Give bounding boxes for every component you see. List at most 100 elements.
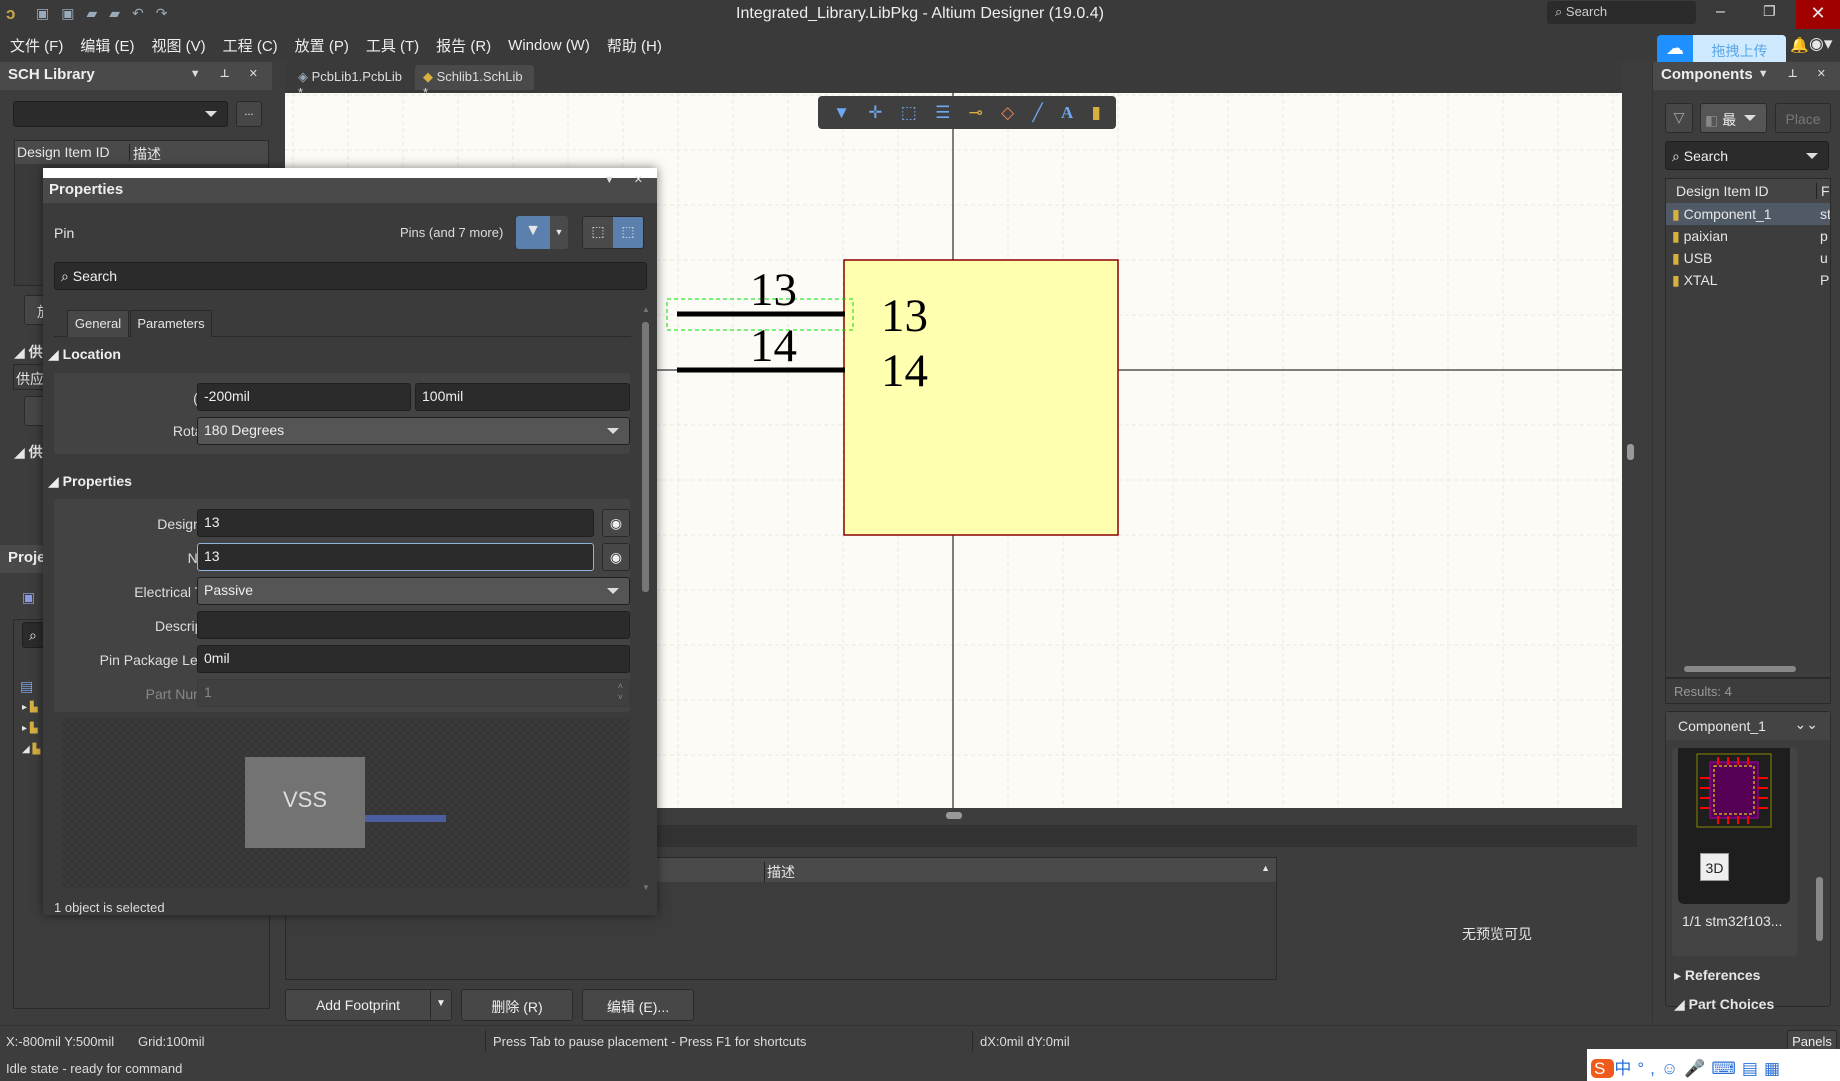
scroll-thumb[interactable] — [642, 322, 649, 592]
name-input[interactable]: 13 — [197, 543, 594, 571]
place-shape-icon[interactable]: ◇ — [1001, 103, 1014, 123]
scroll-thumb[interactable] — [1627, 444, 1634, 460]
chevron-down-icon[interactable]: ▼ — [550, 216, 568, 249]
close-button[interactable]: ✕ — [1796, 0, 1840, 29]
edit-button[interactable]: 编辑 (E)... — [582, 989, 694, 1021]
pin-13-name[interactable]: 13 — [881, 289, 928, 343]
minimize-button[interactable]: – — [1716, 3, 1725, 21]
filter-icon: ▼ — [516, 216, 550, 249]
scroll-thumb[interactable] — [946, 812, 962, 819]
list-item[interactable]: ▮ USB u — [1666, 247, 1830, 269]
list-item[interactable]: ▮ Component_1 st — [1666, 203, 1830, 225]
sogou-logo-icon: S — [1591, 1059, 1615, 1078]
menu-tools[interactable]: 工具 (T) — [366, 35, 419, 56]
bell-icon[interactable]: 🔔 — [1790, 36, 1809, 54]
scroll-up-icon[interactable]: ▲ — [642, 305, 650, 314]
collapse-icon[interactable]: ⌄⌄ — [1795, 716, 1818, 733]
tree-expander[interactable]: ▸ ▙ — [22, 702, 38, 713]
select-inside-icon[interactable]: ⬚ — [583, 217, 613, 248]
tree-expander[interactable]: ◢ ▙ — [22, 744, 40, 755]
pin-14-name[interactable]: 14 — [881, 344, 928, 398]
column-design-item-id[interactable]: Design Item ID — [1676, 183, 1769, 199]
properties-section-header[interactable]: ◢ Properties — [48, 473, 132, 490]
place-line-icon[interactable]: ╱ — [1032, 103, 1042, 123]
menu-reports[interactable]: 报告 (R) — [436, 35, 491, 56]
menu-project[interactable]: 工程 (C) — [223, 35, 278, 56]
upload-button[interactable]: ☁ 拖拽上传 — [1657, 35, 1786, 65]
column-f[interactable]: F — [1816, 183, 1830, 199]
menu-edit[interactable]: 编辑 (E) — [80, 35, 134, 56]
component-icon[interactable]: ▮ — [1092, 103, 1101, 123]
menu-window[interactable]: Window (W) — [508, 37, 590, 54]
menu-place[interactable]: 放置 (P) — [295, 35, 349, 56]
panel-title: Properties — [49, 181, 124, 198]
part-choices-section[interactable]: ◢ Part Choices — [1674, 996, 1774, 1013]
3d-button[interactable]: 3D — [1700, 853, 1729, 881]
library-dropdown[interactable]: ◧ 最 — [1700, 103, 1767, 133]
grid-size[interactable]: Grid:100mil — [138, 1034, 204, 1049]
panel-header-buttons[interactable]: ▼ ⊥ ✕ — [190, 67, 266, 80]
select-touching-icon[interactable]: ⬚ — [613, 217, 643, 248]
tab-schlib[interactable]: ◆ Schlib1.SchLib * — [415, 65, 534, 100]
menu-view[interactable]: 视图 (V) — [152, 35, 206, 56]
select-rect-icon[interactable]: ⬚ — [901, 103, 917, 123]
library-filter-dropdown[interactable] — [13, 101, 228, 127]
user-icon[interactable]: ◉▾ — [1809, 34, 1832, 54]
list-item[interactable]: ▮ XTAL P — [1666, 269, 1830, 291]
filter-icon[interactable]: ▼ — [833, 103, 850, 123]
restore-button[interactable]: ❐ — [1763, 3, 1776, 20]
designator-visibility-eye-icon[interactable]: ◉ — [602, 509, 630, 537]
selection-filter-button[interactable]: ▼ ▼ — [516, 216, 568, 249]
place-pin-icon[interactable]: ⊸ — [969, 103, 983, 123]
align-icon[interactable]: ☰ — [935, 103, 950, 123]
column-description[interactable]: 描述 — [764, 862, 795, 882]
details-header[interactable]: Component_1 ⌄⌄ — [1666, 712, 1830, 740]
search-placeholder: Search — [1565, 4, 1608, 19]
add-footprint-button[interactable]: Add Footprint ▼ — [285, 989, 452, 1021]
place-text-icon[interactable]: A — [1061, 103, 1073, 123]
component-id: XTAL — [1683, 272, 1718, 288]
ime-toolbar[interactable]: S 中°,☺🎤⌨▤▦ — [1587, 1049, 1840, 1081]
description-input[interactable] — [197, 611, 630, 639]
workspace-icon[interactable]: ▤ — [20, 678, 33, 695]
references-section[interactable]: ▸ References — [1674, 967, 1760, 984]
horizontal-scroll-thumb[interactable] — [1684, 666, 1796, 672]
panel-header-buttons[interactable]: ▼ ⊥ ✕ — [1758, 67, 1834, 80]
x-input[interactable]: -200mil — [197, 383, 411, 411]
global-search[interactable]: ⌕ Search — [1547, 1, 1696, 24]
tab-pcblib[interactable]: ◈ PcbLib1.PcbLib * — [290, 65, 413, 100]
save-icon[interactable]: ▣ — [22, 589, 35, 606]
sort-up-icon[interactable]: ▲ — [1261, 863, 1270, 873]
electrical-type-dropdown[interactable]: Passive — [197, 577, 630, 605]
pin-14-designator[interactable]: 14 — [750, 319, 797, 373]
designator-input[interactable]: 13 — [197, 509, 594, 537]
properties-search[interactable]: ⌕ Search — [54, 262, 647, 290]
name-visibility-eye-icon[interactable]: ◉ — [602, 543, 630, 571]
column-design-item-id[interactable]: Design Item ID — [17, 144, 129, 161]
menu-help[interactable]: 帮助 (H) — [607, 35, 662, 56]
location-section-header[interactable]: ◢ Location — [48, 346, 121, 363]
canvas-vertical-scrollbar[interactable] — [1622, 93, 1640, 808]
pin-13-designator[interactable]: 13 — [750, 263, 797, 317]
rotation-dropdown[interactable]: 180 Degrees — [197, 417, 630, 445]
place-button[interactable]: Place — [1775, 103, 1831, 133]
details-title: Component_1 — [1678, 718, 1766, 734]
filter-icon[interactable]: ▽ — [1665, 103, 1693, 133]
menu-file[interactable]: 文件 (F) — [10, 35, 63, 56]
component-search[interactable]: ⌕ Search — [1665, 141, 1829, 170]
column-description[interactable]: 描述 — [129, 144, 161, 162]
list-item[interactable]: ▮ paixian p — [1666, 225, 1830, 247]
browse-button[interactable]: ... — [236, 101, 262, 127]
panel-header-buttons[interactable]: ▼ ✕ — [604, 173, 651, 186]
tree-expander[interactable]: ▸ ▙ — [22, 723, 38, 734]
tab-parameters[interactable]: Parameters — [130, 310, 212, 337]
tab-general[interactable]: General — [67, 310, 129, 337]
details-scroll-thumb[interactable] — [1816, 877, 1823, 941]
chevron-down-icon[interactable]: ▼ — [431, 990, 451, 1020]
y-input[interactable]: 100mil — [415, 383, 630, 411]
pin-package-length-input[interactable]: 0mil — [197, 645, 630, 673]
move-icon[interactable]: ✛ — [868, 103, 882, 123]
scroll-down-icon[interactable]: ▼ — [642, 883, 650, 892]
properties-scrollbar[interactable]: ▲ ▼ — [642, 305, 650, 895]
delete-button[interactable]: 删除 (R) — [461, 989, 573, 1021]
